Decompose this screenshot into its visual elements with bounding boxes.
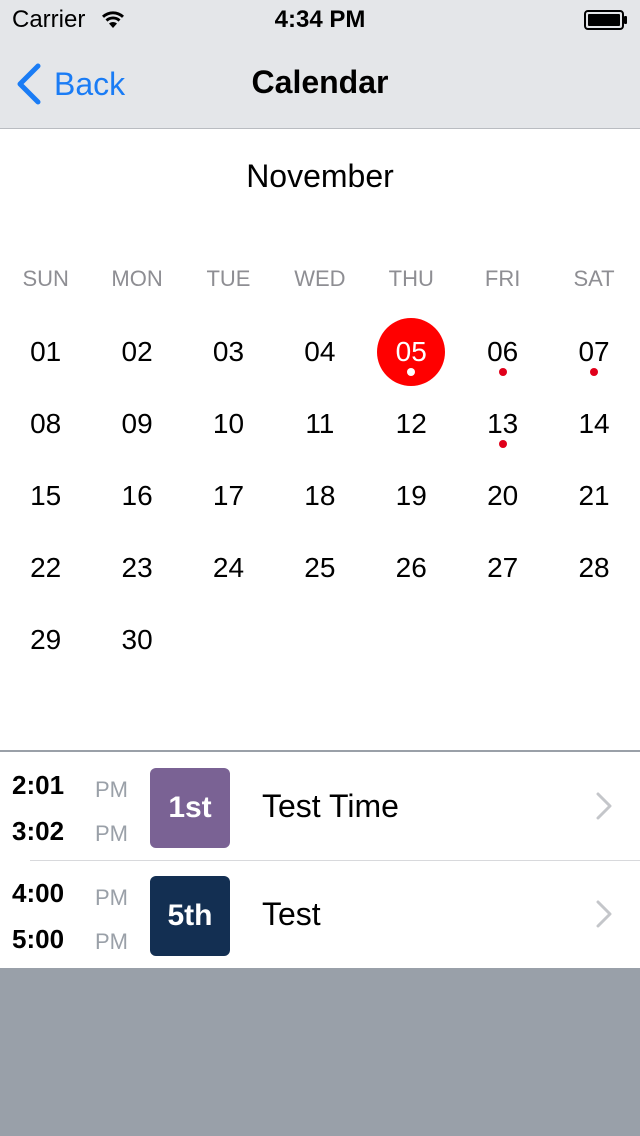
- calendar-day[interactable]: 09: [91, 388, 182, 460]
- day-number: 02: [121, 336, 153, 367]
- weekday-label: THU: [388, 266, 434, 291]
- chevron-right-icon: [596, 900, 612, 928]
- event-indicator-dot: [498, 368, 507, 376]
- battery-icon: [584, 10, 627, 30]
- calendar-day[interactable]: 23: [91, 532, 182, 604]
- day-number: 01: [30, 336, 62, 367]
- calendar-day[interactable]: 17: [183, 460, 274, 532]
- weekday-label: MON: [111, 266, 163, 291]
- empty-footer-area: [0, 968, 640, 1136]
- calendar-day[interactable]: 24: [183, 532, 274, 604]
- day-number: 29: [30, 624, 62, 655]
- chevron-right-icon: [596, 792, 612, 820]
- calendar-grid: 01 02 03 04 05 06 07 08 09 10 11 12 13 14 15 16 17 18 19 20…: [0, 316, 640, 676]
- event-end-time: 3:02: [12, 816, 65, 846]
- event-row[interactable]: 2:01 PM 3:02 PM 1st Test Time: [0, 752, 640, 860]
- calendar-week-row: 29 30: [0, 604, 640, 676]
- calendar-week-row: 08 09 10 11 12 13 14: [0, 388, 640, 460]
- event-title: Test: [262, 896, 321, 932]
- calendar-day[interactable]: 03: [183, 316, 274, 388]
- period-badge: 1st: [150, 768, 230, 848]
- weekday-label: SUN: [22, 266, 69, 291]
- calendar-day[interactable]: 25: [274, 532, 365, 604]
- day-number: 19: [395, 480, 427, 511]
- event-start-ampm: PM: [95, 885, 128, 910]
- day-number: 23: [121, 552, 153, 583]
- event-indicator-dot: [590, 368, 599, 376]
- calendar-day[interactable]: 12: [366, 388, 457, 460]
- calendar-day[interactable]: 22: [0, 532, 91, 604]
- calendar-day[interactable]: 01: [0, 316, 91, 388]
- calendar-day[interactable]: 08: [0, 388, 91, 460]
- day-number: 21: [578, 480, 610, 511]
- calendar-day[interactable]: 16: [91, 460, 182, 532]
- day-number: 26: [395, 552, 427, 583]
- day-number: 15: [30, 480, 62, 511]
- calendar-day[interactable]: 21: [548, 460, 639, 532]
- events-list: 2:01 PM 3:02 PM 1st Test Time 4:00 PM 5:00 PM 5th T…: [0, 750, 640, 968]
- day-number: 10: [212, 408, 245, 439]
- navigation-bar: Back Calendar: [0, 40, 640, 129]
- event-end-ampm: PM: [95, 929, 128, 954]
- event-start-time: 4:00: [12, 878, 65, 908]
- day-number: 30: [121, 624, 153, 655]
- calendar-day[interactable]: 26: [366, 532, 457, 604]
- day-number: 12: [395, 408, 427, 439]
- day-number: 18: [304, 480, 336, 511]
- calendar-day[interactable]: 02: [91, 316, 182, 388]
- page-title: Calendar: [251, 64, 389, 100]
- calendar-week-row: 15 16 17 18 19 20 21: [0, 460, 640, 532]
- event-indicator-dot: [498, 440, 507, 448]
- calendar-day[interactable]: 19: [366, 460, 457, 532]
- weekday-label: SAT: [573, 266, 615, 291]
- weekday-header: SUN MON TUE WED THU FRI SAT: [0, 266, 640, 292]
- day-number: 17: [212, 480, 245, 511]
- calendar-day[interactable]: 15: [0, 460, 91, 532]
- calendar-day[interactable]: 18: [274, 460, 365, 532]
- event-row[interactable]: 4:00 PM 5:00 PM 5th Test: [0, 860, 640, 968]
- status-time: 4:34 PM: [274, 6, 366, 33]
- day-number: 09: [121, 408, 153, 439]
- event-start-ampm: PM: [95, 777, 128, 802]
- calendar-week-row: 01 02 03 04 05 06 07: [0, 316, 640, 388]
- event-title: Test Time: [262, 788, 399, 824]
- calendar-day[interactable]: 20: [457, 460, 548, 532]
- day-number: 20: [487, 480, 519, 511]
- event-start-time: 2:01: [12, 770, 65, 800]
- month-title: November: [246, 158, 394, 194]
- calendar-day[interactable]: 30: [91, 604, 182, 676]
- day-number: 28: [578, 552, 610, 583]
- day-number: 25: [304, 552, 336, 583]
- day-number: 08: [30, 408, 62, 439]
- calendar-day-selected[interactable]: 05: [366, 316, 457, 388]
- calendar-day[interactable]: 13: [457, 388, 548, 460]
- calendar-day[interactable]: 29: [0, 604, 91, 676]
- weekday-label: WED: [294, 266, 346, 291]
- weekday-label: TUE: [206, 266, 251, 291]
- calendar-day[interactable]: 11: [274, 388, 365, 460]
- day-number: 14: [578, 408, 610, 439]
- calendar-day[interactable]: 07: [548, 316, 639, 388]
- day-number: 16: [121, 480, 153, 511]
- event-end-ampm: PM: [95, 821, 128, 846]
- weekday-label: FRI: [484, 266, 521, 291]
- day-number: 22: [30, 552, 62, 583]
- day-number: 11: [305, 408, 335, 439]
- calendar-day[interactable]: 06: [457, 316, 548, 388]
- period-badge: 5th: [150, 876, 230, 956]
- calendar-day[interactable]: 10: [183, 388, 274, 460]
- status-bar: Carrier 4:34 PM: [0, 0, 640, 40]
- calendar-day[interactable]: 28: [548, 532, 639, 604]
- day-number: 03: [212, 336, 245, 367]
- event-end-time: 5:00: [12, 924, 65, 954]
- calendar-day[interactable]: 04: [274, 316, 365, 388]
- day-number: 04: [304, 336, 336, 367]
- calendar-week-row: 22 23 24 25 26 27 28: [0, 532, 640, 604]
- calendar-day[interactable]: 27: [457, 532, 548, 604]
- calendar-day[interactable]: 14: [548, 388, 639, 460]
- day-number: 24: [212, 552, 245, 583]
- day-number: 27: [487, 552, 519, 583]
